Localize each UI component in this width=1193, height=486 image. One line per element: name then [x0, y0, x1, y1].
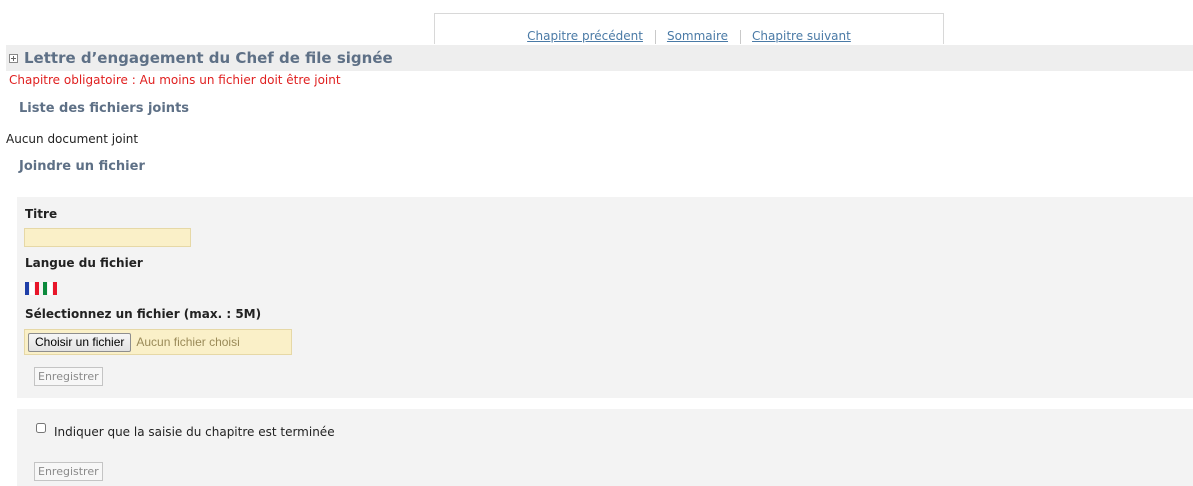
expand-icon[interactable] [9, 53, 18, 63]
flag-stripe [48, 282, 52, 295]
choose-file-button[interactable]: Choisir un fichier [28, 332, 132, 352]
chapter-navigation: Chapitre précédent Sommaire Chapitre suiva… [434, 13, 944, 44]
next-chapter-link[interactable]: Chapitre suivant [752, 29, 851, 43]
upload-save-button[interactable]: Enregistrer [34, 367, 103, 386]
summary-link[interactable]: Sommaire [667, 29, 728, 43]
attached-files-heading: Liste des fichiers joints [19, 101, 190, 116]
mandatory-notice: Chapitre obligatoire : Au moins un fichi… [9, 73, 341, 87]
language-label: Langue du fichier [25, 256, 143, 270]
flag-stripe [25, 282, 29, 295]
upload-panel: Titre Langue du fichier Sélectionnez un … [17, 197, 1193, 398]
title-input[interactable] [24, 228, 191, 247]
previous-chapter-link[interactable]: Chapitre précédent [527, 29, 643, 43]
flag-stripe [53, 282, 57, 295]
attach-file-heading: Joindre un fichier [19, 159, 145, 174]
no-document-text: Aucun document joint [6, 132, 139, 146]
italian-flag-icon[interactable] [43, 282, 57, 295]
flag-stripe [43, 282, 47, 295]
french-flag-icon[interactable] [25, 282, 39, 295]
chapter-nav-links: Chapitre précédent Sommaire Chapitre suiva… [435, 28, 943, 44]
completion-save-button[interactable]: Enregistrer [34, 462, 103, 481]
title-label: Titre [25, 207, 58, 221]
chapter-header: Lettre d’engagement du Chef de file sign… [6, 45, 1193, 71]
flag-stripe [30, 282, 34, 295]
chapter-complete-checkbox[interactable] [36, 423, 46, 433]
chapter-title: Lettre d’engagement du Chef de file sign… [24, 49, 393, 67]
nav-divider [654, 29, 656, 44]
flag-stripe [35, 282, 39, 295]
completion-panel: Indiquer que la saisie du chapitre est t… [17, 409, 1193, 486]
chapter-complete-label: Indiquer que la saisie du chapitre est t… [54, 425, 335, 439]
nav-divider [740, 29, 742, 44]
file-select-label: Sélectionnez un fichier (max. : 5M) [25, 307, 262, 321]
file-input[interactable]: Choisir un fichier Aucun fichier choisi [24, 329, 292, 355]
language-flags [25, 282, 57, 295]
no-file-chosen-text: Aucun fichier choisi [136, 335, 240, 349]
